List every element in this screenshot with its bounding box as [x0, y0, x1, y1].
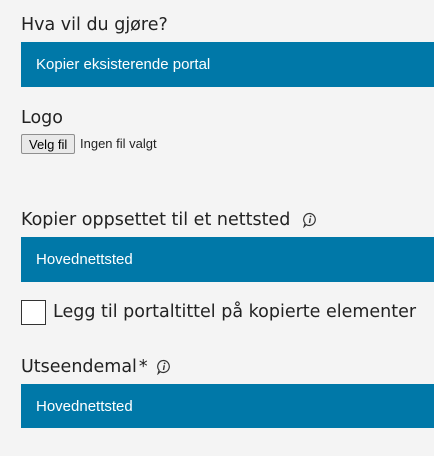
- logo-label: Logo: [21, 108, 63, 128]
- copy-to-site-label: Kopier oppsettet til et nettsted: [21, 210, 291, 230]
- required-mark: *: [138, 357, 148, 377]
- theme-label-row: Utseendemal *: [21, 357, 172, 377]
- action-label: Hva vil du gjøre?: [21, 15, 168, 35]
- theme-select[interactable]: Hovednettsted: [21, 384, 434, 428]
- copy-to-site-label-row: Kopier oppsettet til et nettsted: [21, 210, 318, 230]
- theme-select-value: Hovednettsted: [36, 397, 133, 415]
- action-select-value: Kopier eksisterende portal: [36, 56, 211, 73]
- info-icon[interactable]: [302, 212, 318, 229]
- copy-to-site-select-value: Hovednettsted: [36, 251, 133, 268]
- choose-file-button[interactable]: Velg fil: [21, 134, 76, 154]
- add-title-checkbox[interactable]: [21, 300, 46, 325]
- add-title-label: Legg til portaltittel på kopierte elemen…: [53, 302, 417, 322]
- action-select[interactable]: Kopier eksisterende portal: [21, 42, 434, 87]
- theme-label: Utseendemal: [21, 357, 137, 377]
- file-status-text: Ingen fil valgt: [80, 136, 157, 151]
- info-icon[interactable]: [156, 359, 172, 376]
- copy-to-site-select[interactable]: Hovednettsted: [21, 237, 434, 282]
